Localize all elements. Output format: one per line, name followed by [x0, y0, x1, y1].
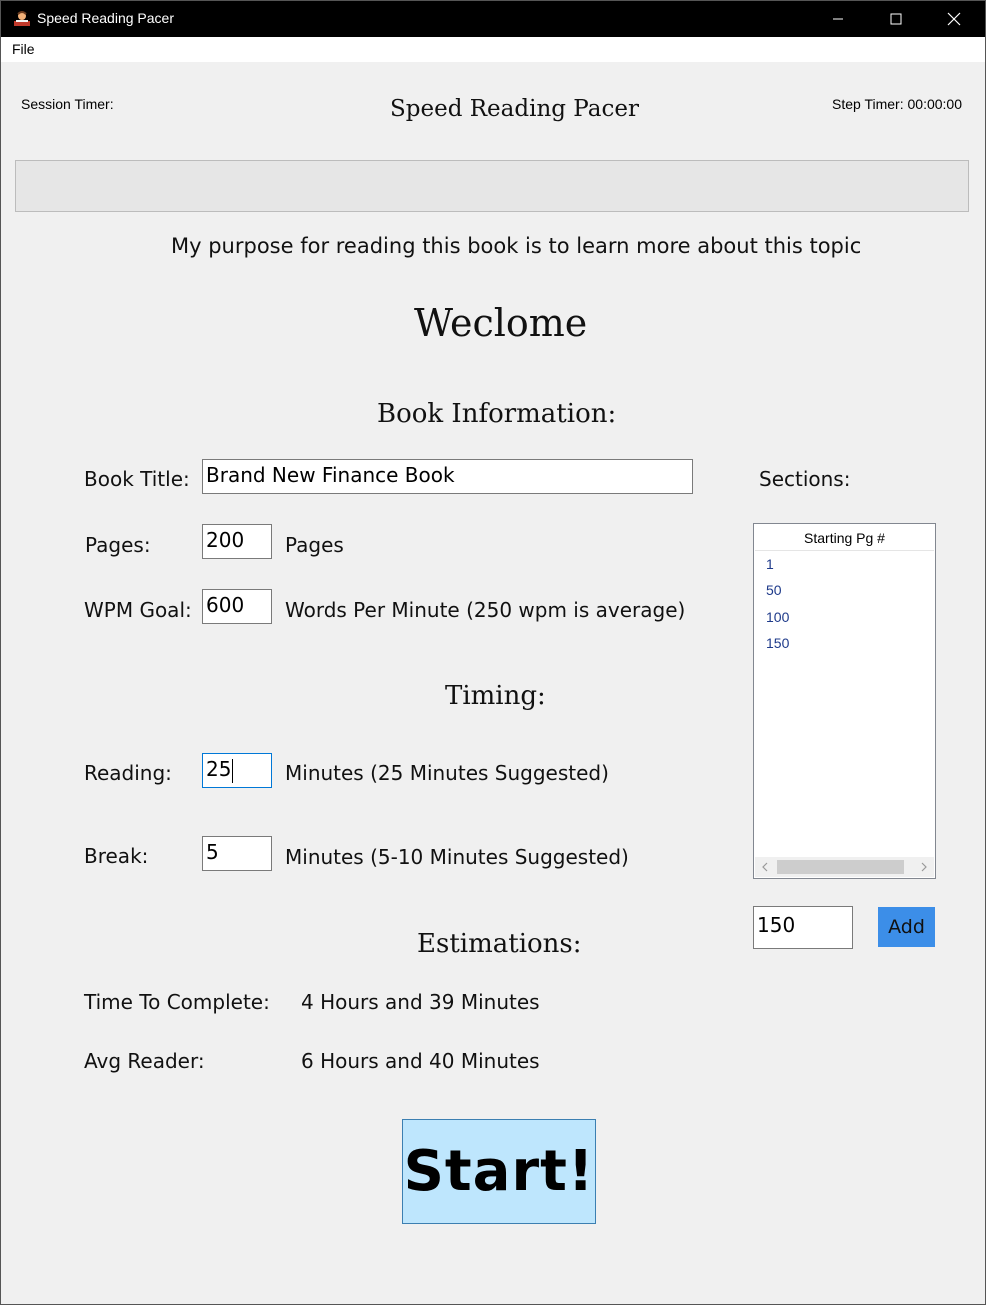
book-title-input[interactable]: Brand New Finance Book	[202, 459, 693, 494]
book-title-label: Book Title:	[84, 467, 190, 491]
break-minutes-input[interactable]: 5	[202, 836, 272, 871]
minimize-button[interactable]	[809, 1, 867, 37]
wpm-unit: Words Per Minute (250 wpm is average)	[285, 598, 686, 622]
section-page-value: 150	[757, 913, 796, 937]
pages-label: Pages:	[85, 533, 151, 557]
book-info-heading: Book Information:	[377, 399, 617, 429]
menu-bar: File	[1, 37, 985, 62]
list-item[interactable]: 100	[766, 609, 789, 625]
reading-minutes-value: 25	[206, 757, 232, 781]
list-item[interactable]: 50	[766, 582, 782, 598]
wpm-goal-value: 600	[206, 593, 245, 617]
time-to-complete-label: Time To Complete:	[84, 990, 270, 1014]
break-unit: Minutes (5-10 Minutes Suggested)	[285, 845, 629, 869]
book-title-value: Brand New Finance Book	[206, 463, 455, 487]
pages-input[interactable]: 200	[202, 524, 272, 559]
sections-label: Sections:	[759, 467, 851, 491]
close-button[interactable]	[925, 1, 983, 37]
maximize-button[interactable]	[867, 1, 925, 37]
purpose-text: My purpose for reading this book is to l…	[171, 234, 862, 258]
avg-reader-label: Avg Reader:	[84, 1049, 205, 1073]
break-label: Break:	[84, 844, 149, 868]
time-to-complete-value: 4 Hours and 39 Minutes	[301, 990, 540, 1014]
reading-minutes-input[interactable]: 25	[202, 753, 272, 788]
reading-progress-bar	[15, 160, 969, 212]
start-button[interactable]: Start!	[402, 1119, 596, 1224]
wpm-goal-label: WPM Goal:	[84, 598, 192, 622]
estimations-heading: Estimations:	[417, 929, 582, 959]
starting-page-column-header[interactable]: Starting Pg #	[755, 525, 934, 551]
reading-unit: Minutes (25 Minutes Suggested)	[285, 761, 609, 785]
text-caret	[232, 758, 234, 783]
scrollbar-thumb[interactable]	[777, 860, 904, 874]
section-page-input[interactable]: 150	[753, 906, 853, 949]
maximize-icon	[890, 13, 902, 25]
scroll-right-icon[interactable]	[920, 862, 928, 872]
step-timer: Step Timer: 00:00:00	[832, 96, 962, 112]
title-bar[interactable]: Speed Reading Pacer	[1, 1, 985, 37]
pages-unit: Pages	[285, 533, 344, 557]
timing-heading: Timing:	[445, 681, 546, 711]
start-button-label: Start!	[403, 1139, 595, 1204]
horizontal-scrollbar[interactable]	[755, 857, 934, 877]
reader-app-icon	[12, 10, 32, 28]
break-minutes-value: 5	[206, 840, 219, 864]
avg-reader-value: 6 Hours and 40 Minutes	[301, 1049, 540, 1073]
welcome-heading: Weclome	[414, 301, 588, 345]
menu-file[interactable]: File	[12, 41, 35, 57]
page-title: Speed Reading Pacer	[390, 96, 639, 122]
reading-label: Reading:	[84, 761, 172, 785]
list-item[interactable]: 150	[766, 635, 789, 651]
window-title: Speed Reading Pacer	[37, 10, 174, 26]
scroll-left-icon[interactable]	[761, 862, 769, 872]
add-button-label: Add	[888, 916, 925, 938]
wpm-goal-input[interactable]: 600	[202, 589, 272, 624]
session-timer: Session Timer:	[21, 96, 114, 112]
app-window: Speed Reading Pacer File Session Timer: …	[0, 0, 986, 1305]
pages-value: 200	[206, 528, 245, 552]
list-item[interactable]: 1	[766, 556, 774, 572]
minimize-icon	[833, 18, 843, 20]
close-icon	[947, 12, 961, 26]
sections-list[interactable]: Starting Pg # 1 50 100 150	[753, 523, 936, 879]
add-section-button[interactable]: Add	[878, 907, 935, 947]
